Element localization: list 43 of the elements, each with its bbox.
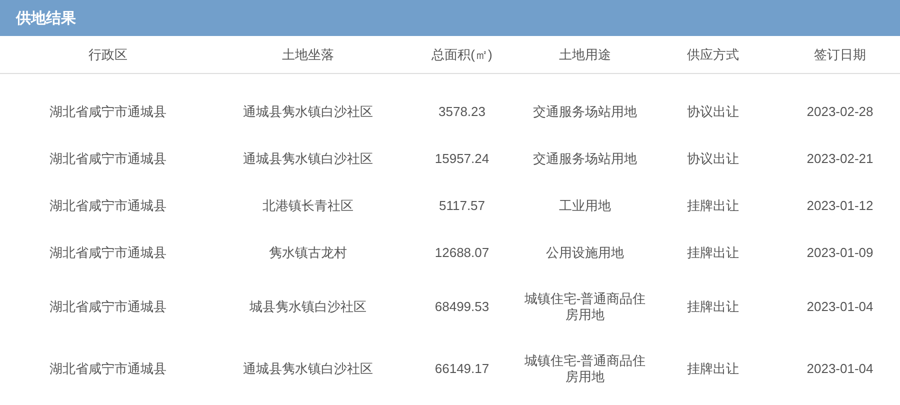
table-cell: 5117.57 xyxy=(438,198,486,214)
table-cell: 城县隽水镇白沙社区 xyxy=(250,299,366,315)
table-cell: 3578.23 xyxy=(438,104,486,120)
column-header: 土地坐落 xyxy=(282,46,334,62)
table-cell: 湖北省咸宁市通城县 xyxy=(50,104,166,120)
column-header: 总面积(㎡) xyxy=(432,46,492,62)
column-header: 行政区 xyxy=(88,46,128,62)
table-cell: 挂牌出让 xyxy=(687,299,739,315)
table-cell: 15957.24 xyxy=(434,150,490,166)
table-cell: 湖北省咸宁市通城县 xyxy=(50,361,166,377)
table-cell: 隽水镇古龙村 xyxy=(269,244,347,260)
panel-title: 供地结果 xyxy=(16,8,76,28)
table-cell: 2023-01-04 xyxy=(806,361,874,377)
table-cell: 城镇住宅-普通商品住房用地 xyxy=(524,291,646,323)
table-cell: 挂牌出让 xyxy=(687,361,739,377)
table-cell: 挂牌出让 xyxy=(687,244,739,260)
table-cell: 2023-01-04 xyxy=(806,299,874,315)
table-cell: 交通服务场站用地 xyxy=(533,150,637,166)
table-cell: 挂牌出让 xyxy=(687,198,739,214)
column-header: 签订日期 xyxy=(814,46,866,62)
table-cell: 协议出让 xyxy=(687,104,739,120)
table-cell: 2023-01-09 xyxy=(806,244,874,260)
table-cell: 城镇住宅-普通商品住房用地 xyxy=(524,353,646,385)
table-cell: 湖北省咸宁市通城县 xyxy=(50,198,166,214)
table-cell: 协议出让 xyxy=(687,150,739,166)
table-cell: 北港镇长青社区 xyxy=(262,198,354,214)
table-cell: 2023-02-21 xyxy=(806,150,874,166)
table-cell: 2023-02-28 xyxy=(806,104,874,120)
table-cell: 通城县隽水镇白沙社区 xyxy=(243,104,373,120)
column-header: 供应方式 xyxy=(687,46,739,62)
table-cell: 通城县隽水镇白沙社区 xyxy=(243,361,373,377)
table-cell: 68499.53 xyxy=(434,299,490,315)
table-cell: 通城县隽水镇白沙社区 xyxy=(243,150,373,166)
table-cell: 公用设施用地 xyxy=(546,244,624,260)
column-header: 土地用途 xyxy=(559,46,611,62)
table-cell: 2023-01-12 xyxy=(806,198,874,214)
table-cell: 湖北省咸宁市通城县 xyxy=(50,244,166,260)
table-cell: 工业用地 xyxy=(559,198,611,214)
table-cell: 湖北省咸宁市通城县 xyxy=(50,299,166,315)
table-cell: 12688.07 xyxy=(434,244,490,260)
table-cell: 湖北省咸宁市通城县 xyxy=(50,150,166,166)
table-cell: 66149.17 xyxy=(434,361,490,377)
table-cell: 交通服务场站用地 xyxy=(533,104,637,120)
